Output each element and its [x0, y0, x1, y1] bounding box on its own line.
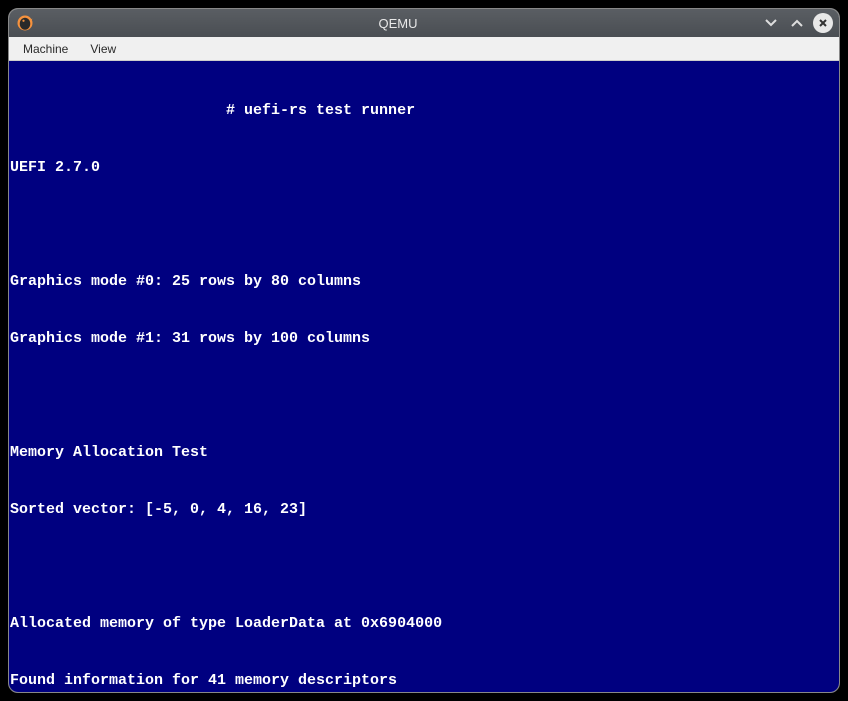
terminal-line: Sorted vector: [-5, 0, 4, 16, 23] — [10, 500, 838, 519]
terminal-line — [10, 215, 838, 234]
terminal-line: Graphics mode #0: 25 rows by 80 columns — [10, 272, 838, 291]
close-button[interactable] — [813, 13, 833, 33]
window-controls — [761, 13, 833, 33]
qemu-icon — [15, 13, 35, 33]
terminal-line: # uefi-rs test runner — [10, 101, 838, 120]
terminal-line: Found information for 41 memory descript… — [10, 671, 838, 690]
terminal-output: # uefi-rs test runner UEFI 2.7.0 Graphic… — [9, 61, 839, 692]
terminal-line — [10, 386, 838, 405]
menu-view[interactable]: View — [80, 40, 126, 58]
menu-machine[interactable]: Machine — [13, 40, 78, 58]
terminal-line: UEFI 2.7.0 — [10, 158, 838, 177]
terminal-line: Memory Allocation Test — [10, 443, 838, 462]
menubar: Machine View — [9, 37, 839, 61]
minimize-button[interactable] — [761, 13, 781, 33]
titlebar[interactable]: QEMU — [9, 9, 839, 37]
terminal-line: Allocated memory of type LoaderData at 0… — [10, 614, 838, 633]
qemu-window: QEMU Machine View — [8, 8, 840, 693]
terminal-line — [10, 557, 838, 576]
maximize-button[interactable] — [787, 13, 807, 33]
terminal-line: Graphics mode #1: 31 rows by 100 columns — [10, 329, 838, 348]
window-title: QEMU — [41, 16, 755, 31]
